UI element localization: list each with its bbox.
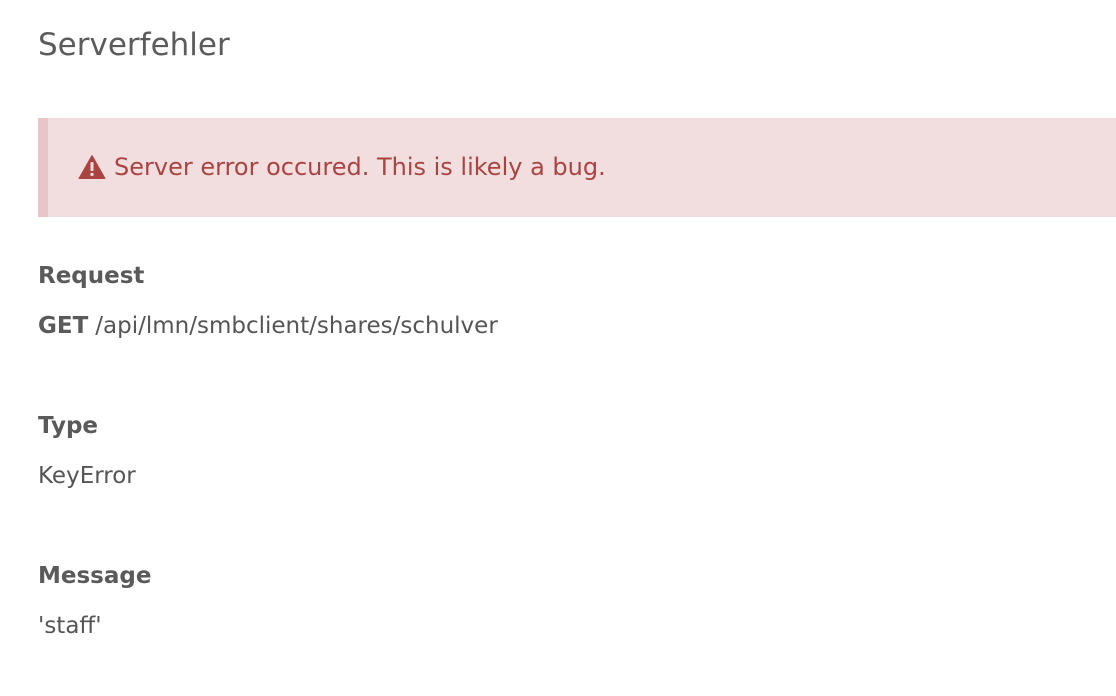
error-page: Serverfehler Server error occured. This … [0,0,1116,696]
request-label: Request [38,263,145,289]
alert-content: Server error occured. This is likely a b… [78,151,606,183]
page-title: Serverfehler [38,27,230,63]
request-method: GET [38,313,89,339]
alert-message: Server error occured. This is likely a b… [114,153,606,181]
message-value: 'staff' [38,613,102,639]
request-path: /api/lmn/smbclient/shares/schulver [95,313,498,339]
message-label: Message [38,563,152,589]
type-label: Type [38,413,99,439]
error-alert: Server error occured. This is likely a b… [38,118,1116,217]
type-value: KeyError [38,463,136,489]
request-value: GET/api/lmn/smbclient/shares/schulver [38,311,498,341]
warning-triangle-icon [78,154,106,180]
